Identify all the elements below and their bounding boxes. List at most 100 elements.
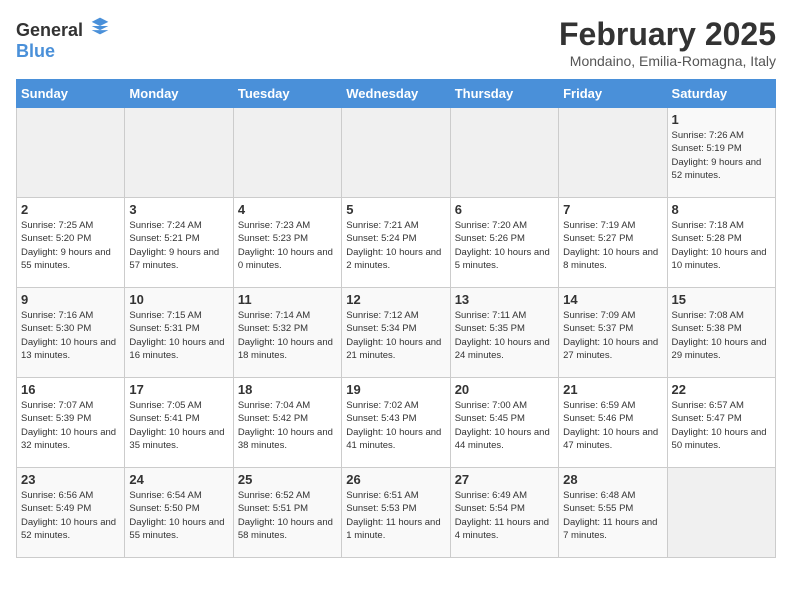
title-area: February 2025 Mondaino, Emilia-Romagna, …	[559, 16, 776, 69]
day-header-thursday: Thursday	[450, 80, 558, 108]
day-info: Sunrise: 7:00 AM Sunset: 5:45 PM Dayligh…	[455, 399, 554, 452]
calendar-cell: 22 Sunrise: 6:57 AM Sunset: 5:47 PM Dayli…	[667, 378, 775, 468]
day-info: Sunrise: 7:08 AM Sunset: 5:38 PM Dayligh…	[672, 309, 771, 362]
day-number: 12	[346, 292, 445, 307]
day-info: Sunrise: 7:24 AM Sunset: 5:21 PM Dayligh…	[129, 219, 228, 272]
day-info: Sunrise: 6:48 AM Sunset: 5:55 PM Dayligh…	[563, 489, 662, 542]
day-header-friday: Friday	[559, 80, 667, 108]
day-info: Sunrise: 6:54 AM Sunset: 5:50 PM Dayligh…	[129, 489, 228, 542]
day-number: 17	[129, 382, 228, 397]
day-info: Sunrise: 7:18 AM Sunset: 5:28 PM Dayligh…	[672, 219, 771, 272]
day-number: 7	[563, 202, 662, 217]
calendar-header-row: SundayMondayTuesdayWednesdayThursdayFrid…	[17, 80, 776, 108]
logo-icon	[90, 16, 110, 36]
calendar-week-3: 9 Sunrise: 7:16 AM Sunset: 5:30 PM Daylig…	[17, 288, 776, 378]
calendar-title: February 2025	[559, 16, 776, 53]
day-number: 11	[238, 292, 337, 307]
day-number: 28	[563, 472, 662, 487]
calendar-cell: 2Sunrise: 7:25 AM Sunset: 5:20 PM Daylig…	[17, 198, 125, 288]
day-number: 3	[129, 202, 228, 217]
day-number: 6	[455, 202, 554, 217]
calendar-cell	[559, 108, 667, 198]
day-header-wednesday: Wednesday	[342, 80, 450, 108]
calendar-cell: 20 Sunrise: 7:00 AM Sunset: 5:45 PM Dayli…	[450, 378, 558, 468]
calendar-cell: 27 Sunrise: 6:49 AM Sunset: 5:54 PM Dayli…	[450, 468, 558, 558]
day-number: 9	[21, 292, 120, 307]
calendar-cell: 13 Sunrise: 7:11 AM Sunset: 5:35 PM Dayli…	[450, 288, 558, 378]
day-info: Sunrise: 7:07 AM Sunset: 5:39 PM Dayligh…	[21, 399, 120, 452]
calendar-cell	[342, 108, 450, 198]
day-info: Sunrise: 6:56 AM Sunset: 5:49 PM Dayligh…	[21, 489, 120, 542]
day-number: 1	[672, 112, 771, 127]
calendar-cell	[233, 108, 341, 198]
day-number: 14	[563, 292, 662, 307]
day-number: 13	[455, 292, 554, 307]
calendar-cell: 28 Sunrise: 6:48 AM Sunset: 5:55 PM Dayli…	[559, 468, 667, 558]
day-header-tuesday: Tuesday	[233, 80, 341, 108]
logo-general: General	[16, 20, 83, 40]
calendar-cell: 10 Sunrise: 7:15 AM Sunset: 5:31 PM Dayli…	[125, 288, 233, 378]
day-info: Sunrise: 7:14 AM Sunset: 5:32 PM Dayligh…	[238, 309, 337, 362]
day-number: 4	[238, 202, 337, 217]
calendar-cell: 25 Sunrise: 6:52 AM Sunset: 5:51 PM Dayli…	[233, 468, 341, 558]
calendar-cell: 6 Sunrise: 7:20 AM Sunset: 5:26 PM Daylig…	[450, 198, 558, 288]
calendar-week-4: 16Sunrise: 7:07 AM Sunset: 5:39 PM Dayli…	[17, 378, 776, 468]
calendar-cell: 14 Sunrise: 7:09 AM Sunset: 5:37 PM Dayli…	[559, 288, 667, 378]
calendar-cell: 4 Sunrise: 7:23 AM Sunset: 5:23 PM Daylig…	[233, 198, 341, 288]
calendar-cell: 26Sunrise: 6:51 AM Sunset: 5:53 PM Dayli…	[342, 468, 450, 558]
day-info: Sunrise: 7:20 AM Sunset: 5:26 PM Dayligh…	[455, 219, 554, 272]
logo-blue: Blue	[16, 41, 55, 61]
day-info: Sunrise: 7:05 AM Sunset: 5:41 PM Dayligh…	[129, 399, 228, 452]
calendar-cell: 19 Sunrise: 7:02 AM Sunset: 5:43 PM Dayli…	[342, 378, 450, 468]
calendar-cell: 8 Sunrise: 7:18 AM Sunset: 5:28 PM Daylig…	[667, 198, 775, 288]
day-info: Sunrise: 7:19 AM Sunset: 5:27 PM Dayligh…	[563, 219, 662, 272]
calendar-cell	[450, 108, 558, 198]
day-number: 27	[455, 472, 554, 487]
calendar-cell: 15Sunrise: 7:08 AM Sunset: 5:38 PM Dayli…	[667, 288, 775, 378]
day-info: Sunrise: 6:49 AM Sunset: 5:54 PM Dayligh…	[455, 489, 554, 542]
day-info: Sunrise: 6:52 AM Sunset: 5:51 PM Dayligh…	[238, 489, 337, 542]
logo: General Blue	[16, 16, 110, 62]
calendar-cell: 11 Sunrise: 7:14 AM Sunset: 5:32 PM Dayli…	[233, 288, 341, 378]
calendar-cell: 9 Sunrise: 7:16 AM Sunset: 5:30 PM Daylig…	[17, 288, 125, 378]
calendar-week-5: 23 Sunrise: 6:56 AM Sunset: 5:49 PM Dayli…	[17, 468, 776, 558]
calendar-cell: 1Sunrise: 7:26 AM Sunset: 5:19 PM Daylig…	[667, 108, 775, 198]
day-info: Sunrise: 7:09 AM Sunset: 5:37 PM Dayligh…	[563, 309, 662, 362]
day-info: Sunrise: 7:21 AM Sunset: 5:24 PM Dayligh…	[346, 219, 445, 272]
day-info: Sunrise: 7:02 AM Sunset: 5:43 PM Dayligh…	[346, 399, 445, 452]
calendar-table: SundayMondayTuesdayWednesdayThursdayFrid…	[16, 79, 776, 558]
day-number: 26	[346, 472, 445, 487]
day-info: Sunrise: 7:23 AM Sunset: 5:23 PM Dayligh…	[238, 219, 337, 272]
day-number: 19	[346, 382, 445, 397]
day-info: Sunrise: 7:11 AM Sunset: 5:35 PM Dayligh…	[455, 309, 554, 362]
calendar-cell: 12 Sunrise: 7:12 AM Sunset: 5:34 PM Dayli…	[342, 288, 450, 378]
calendar-cell: 21 Sunrise: 6:59 AM Sunset: 5:46 PM Dayli…	[559, 378, 667, 468]
day-info: Sunrise: 7:04 AM Sunset: 5:42 PM Dayligh…	[238, 399, 337, 452]
day-number: 23	[21, 472, 120, 487]
day-number: 10	[129, 292, 228, 307]
calendar-cell	[667, 468, 775, 558]
logo-text: General Blue	[16, 16, 110, 62]
calendar-header: General Blue February 2025 Mondaino, Emi…	[16, 16, 776, 69]
calendar-cell: 5 Sunrise: 7:21 AM Sunset: 5:24 PM Daylig…	[342, 198, 450, 288]
day-info: Sunrise: 6:57 AM Sunset: 5:47 PM Dayligh…	[672, 399, 771, 452]
calendar-cell	[125, 108, 233, 198]
day-info: Sunrise: 7:15 AM Sunset: 5:31 PM Dayligh…	[129, 309, 228, 362]
day-info: Sunrise: 6:59 AM Sunset: 5:46 PM Dayligh…	[563, 399, 662, 452]
day-number: 25	[238, 472, 337, 487]
calendar-cell: 17 Sunrise: 7:05 AM Sunset: 5:41 PM Dayli…	[125, 378, 233, 468]
day-number: 5	[346, 202, 445, 217]
calendar-week-1: 1Sunrise: 7:26 AM Sunset: 5:19 PM Daylig…	[17, 108, 776, 198]
calendar-week-2: 2Sunrise: 7:25 AM Sunset: 5:20 PM Daylig…	[17, 198, 776, 288]
day-number: 20	[455, 382, 554, 397]
day-number: 22	[672, 382, 771, 397]
day-number: 21	[563, 382, 662, 397]
calendar-cell: 7 Sunrise: 7:19 AM Sunset: 5:27 PM Daylig…	[559, 198, 667, 288]
day-number: 18	[238, 382, 337, 397]
day-info: Sunrise: 7:16 AM Sunset: 5:30 PM Dayligh…	[21, 309, 120, 362]
day-info: Sunrise: 7:12 AM Sunset: 5:34 PM Dayligh…	[346, 309, 445, 362]
calendar-subtitle: Mondaino, Emilia-Romagna, Italy	[559, 53, 776, 69]
day-info: Sunrise: 7:25 AM Sunset: 5:20 PM Dayligh…	[21, 219, 120, 272]
day-number: 8	[672, 202, 771, 217]
day-number: 24	[129, 472, 228, 487]
